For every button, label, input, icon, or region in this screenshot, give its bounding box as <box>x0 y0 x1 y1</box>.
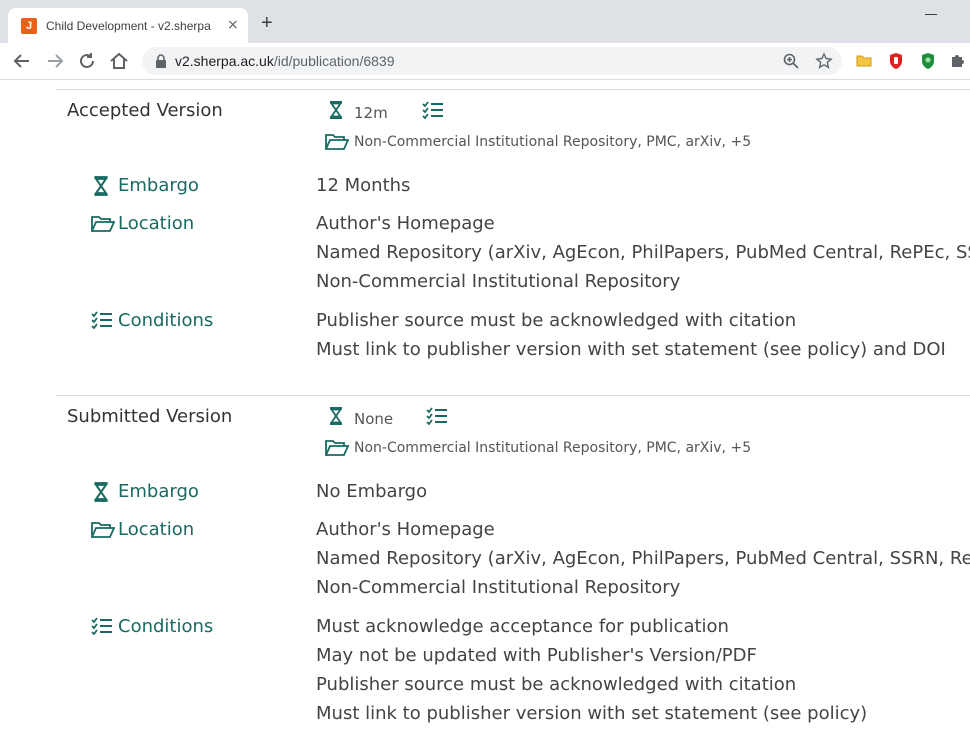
embargo-label: Embargo <box>118 175 199 196</box>
adblock-extension-icon[interactable] <box>888 52 904 70</box>
condition-item: Must link to publisher version with set … <box>316 339 946 360</box>
forward-button[interactable] <box>42 48 68 74</box>
url-text[interactable]: v2.sherpa.ac.uk/id/publication/6839 <box>175 53 395 69</box>
url-host: v2.sherpa.ac.uk <box>175 53 274 69</box>
hourglass-icon <box>329 101 343 119</box>
hourglass-icon <box>329 407 343 425</box>
checklist-icon <box>422 101 443 119</box>
tab-title: Child Development - v2.sherpa <box>46 19 211 33</box>
publication-page: Accepted Version 12m Non-Commercial Inst… <box>0 80 970 736</box>
bookmark-star-icon[interactable] <box>815 52 833 70</box>
folder-open-icon <box>91 216 115 232</box>
arrow-right-icon <box>48 54 64 68</box>
folder-open-icon <box>325 440 349 456</box>
reload-button[interactable] <box>74 48 100 74</box>
new-tab-button[interactable]: + <box>261 13 273 33</box>
location-label: Location <box>118 213 195 234</box>
reload-icon <box>80 53 94 68</box>
condition-item: May not be updated with Publisher's Vers… <box>316 645 757 666</box>
condition-item: Publisher source must be acknowledged wi… <box>316 310 797 331</box>
summary-locations: Non-Commercial Institutional Repository,… <box>354 134 752 150</box>
url-path: /id/publication/6839 <box>273 53 395 69</box>
folder-open-icon <box>91 522 115 538</box>
checklist-icon <box>91 617 112 635</box>
browser-toolbar: v2.sherpa.ac.uk/id/publication/6839 <box>0 43 970 80</box>
checklist-icon <box>91 311 112 329</box>
home-button[interactable] <box>106 48 132 74</box>
location-item: Non-Commercial Institutional Repository <box>316 577 681 598</box>
summary-embargo: None <box>354 410 394 428</box>
conditions-label: Conditions <box>118 616 214 637</box>
summary-embargo: 12m <box>354 104 388 122</box>
location-item: Named Repository (arXiv, AgEcon, PhilPap… <box>316 242 970 263</box>
back-button[interactable] <box>9 48 35 74</box>
browser-tab[interactable]: J Child Development - v2.sherpa × <box>8 8 248 43</box>
checklist-icon <box>426 407 447 425</box>
home-icon <box>110 52 128 69</box>
condition-item: Publisher source must be acknowledged wi… <box>316 674 797 695</box>
version-title: Accepted Version <box>67 100 223 121</box>
tab-strip: J Child Development - v2.sherpa × + <box>0 0 970 43</box>
address-bar[interactable]: v2.sherpa.ac.uk/id/publication/6839 <box>142 47 842 75</box>
location-item: Author's Homepage <box>316 519 495 540</box>
divider <box>56 89 970 90</box>
condition-item: Must acknowledge acceptance for publicat… <box>316 616 729 637</box>
embargo-label: Embargo <box>118 481 199 502</box>
location-label: Location <box>118 519 195 540</box>
lock-icon <box>156 54 166 68</box>
arrow-left-icon <box>13 54 29 68</box>
summary-locations: Non-Commercial Institutional Repository,… <box>354 440 752 456</box>
site-favicon: J <box>21 18 37 34</box>
puzzle-extensions-icon[interactable] <box>950 52 966 68</box>
minimize-window-button[interactable] <box>925 14 937 15</box>
conditions-label: Conditions <box>118 310 214 331</box>
embargo-value: No Embargo <box>316 481 428 502</box>
hourglass-icon <box>94 482 108 502</box>
close-tab-icon[interactable]: × <box>227 17 239 33</box>
location-item: Non-Commercial Institutional Repository <box>316 271 681 292</box>
condition-item: Must link to publisher version with set … <box>316 703 868 724</box>
version-title: Submitted Version <box>67 406 233 427</box>
embargo-value: 12 Months <box>316 175 411 196</box>
folder-extension-icon[interactable] <box>856 52 872 68</box>
zoom-icon[interactable] <box>782 52 800 70</box>
folder-open-icon <box>325 134 349 150</box>
location-item: Named Repository (arXiv, AgEcon, PhilPap… <box>316 548 970 569</box>
divider <box>56 395 970 396</box>
shield-extension-icon[interactable] <box>920 52 936 70</box>
hourglass-icon <box>94 176 108 196</box>
location-item: Author's Homepage <box>316 213 495 234</box>
